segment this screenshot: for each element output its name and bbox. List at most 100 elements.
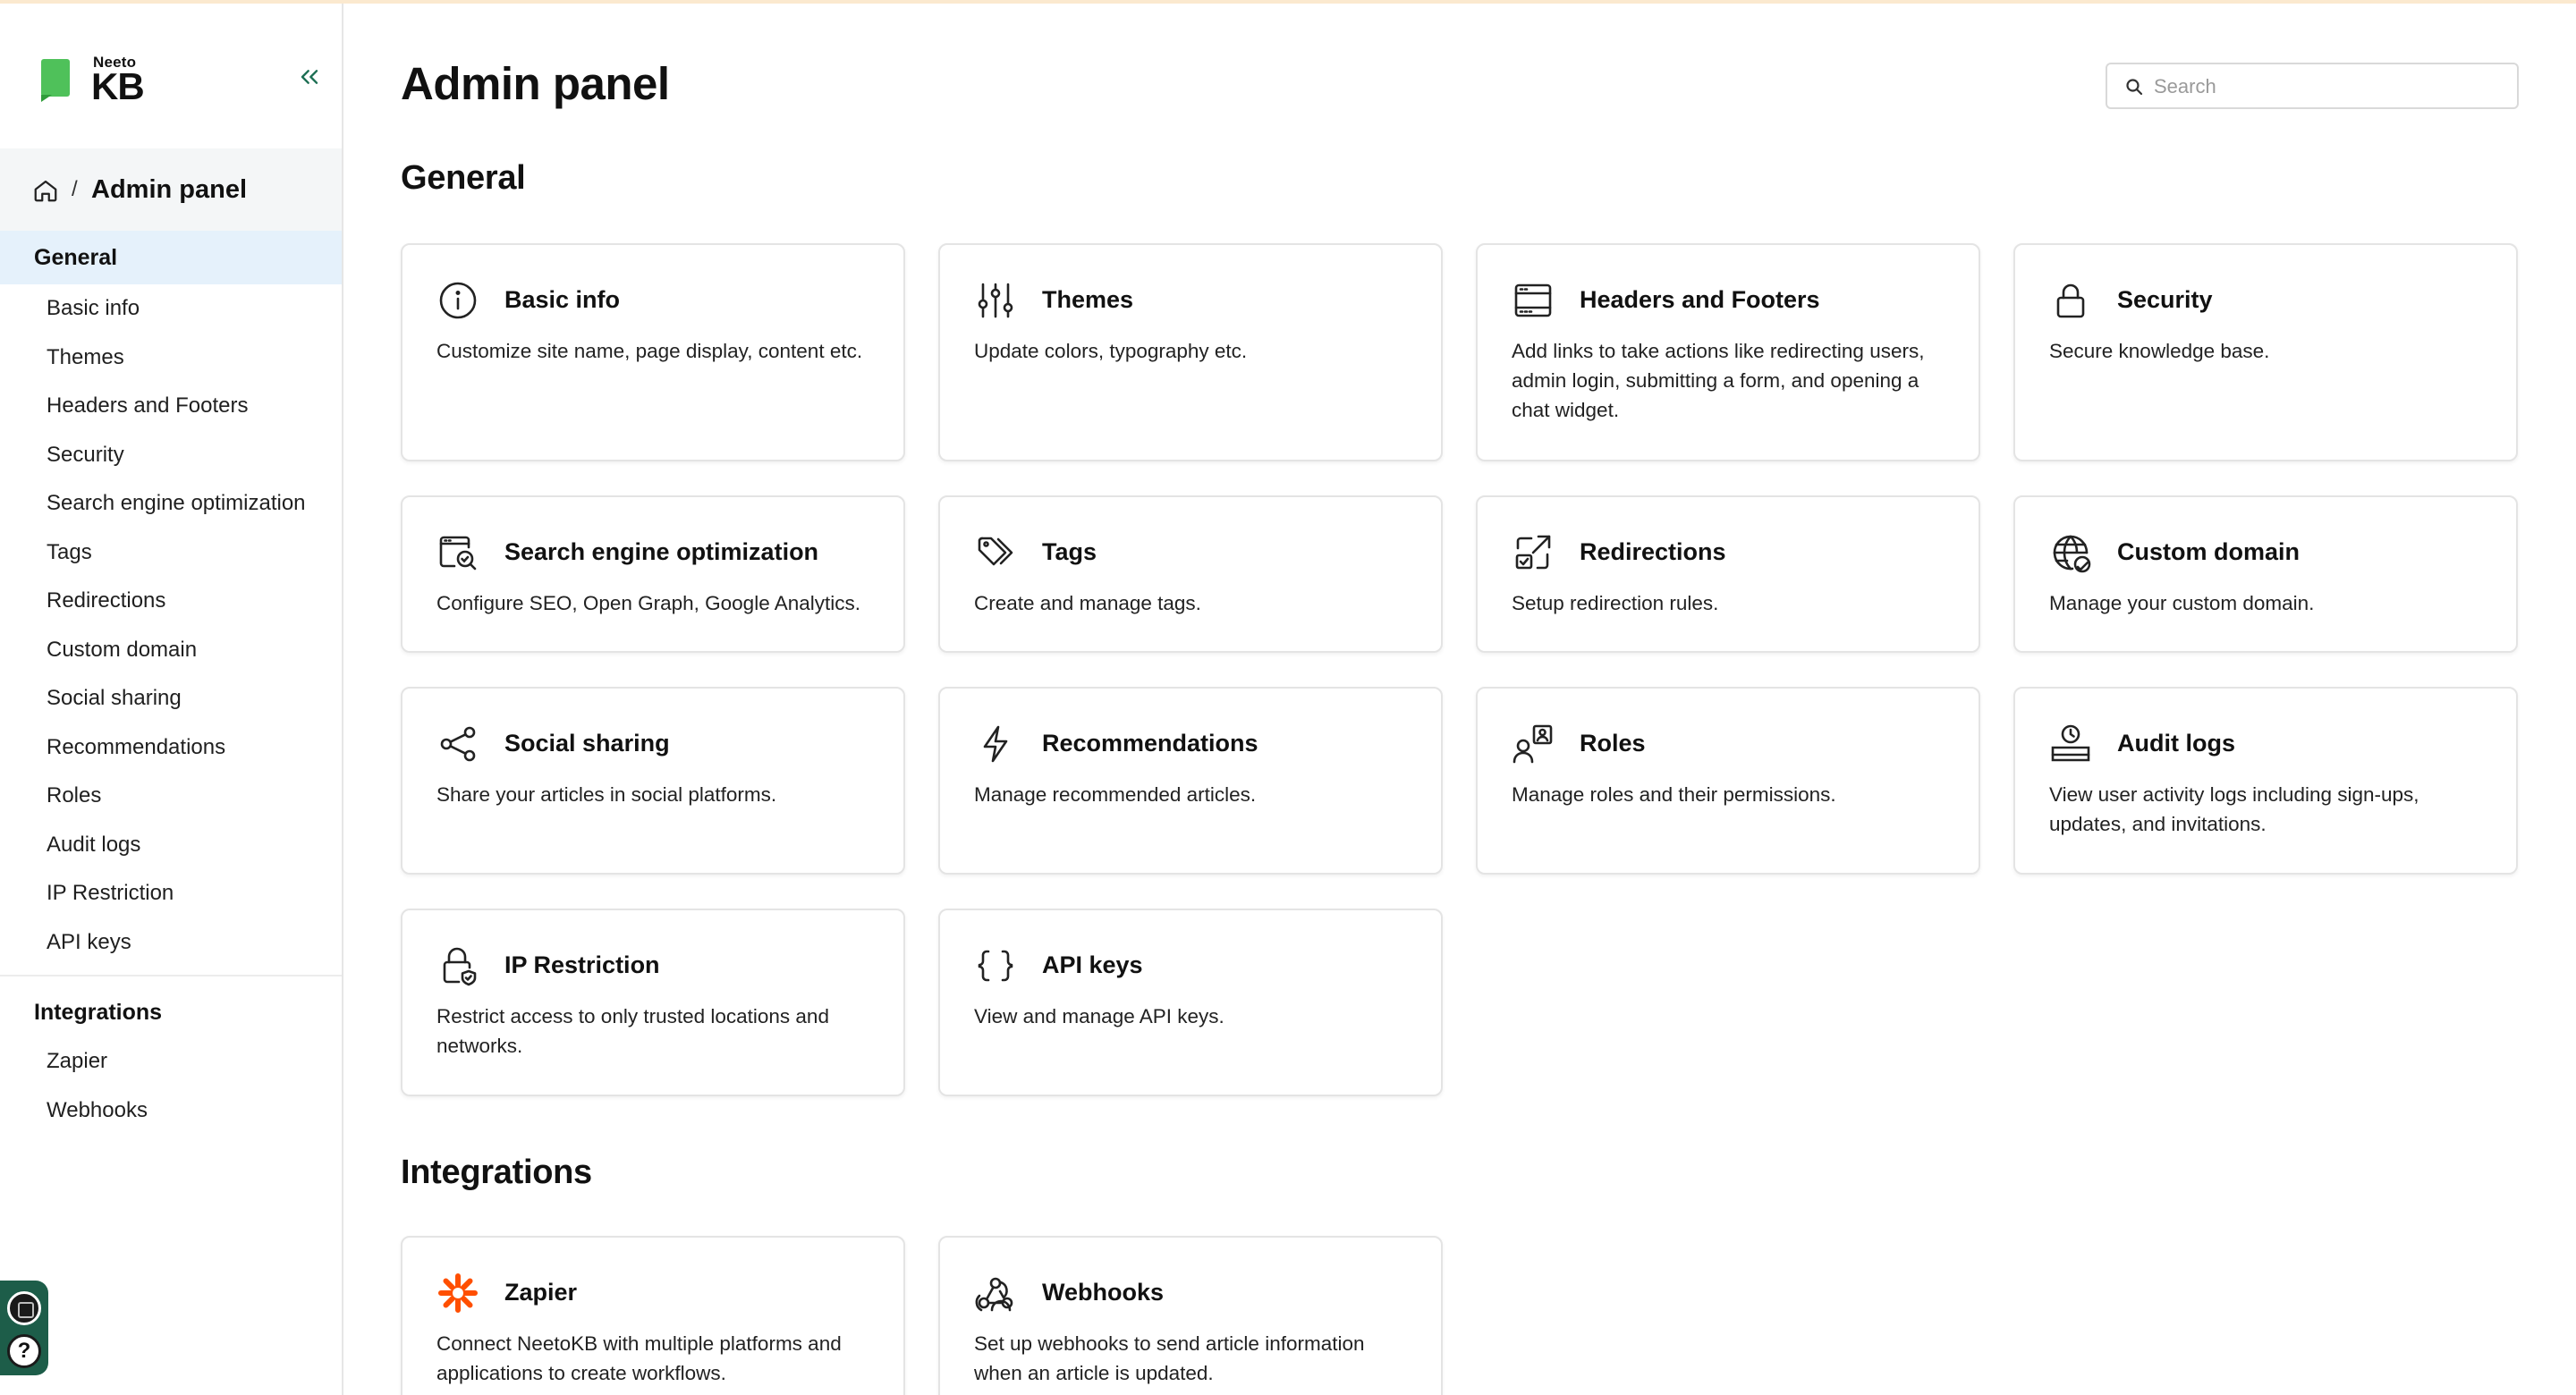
sidebar-item-audit-logs[interactable]: Audit logs — [47, 832, 140, 858]
card-title: Audit logs — [2117, 730, 2235, 757]
layout-icon — [1512, 279, 1555, 322]
card-title: Redirections — [1580, 538, 1726, 565]
info-icon — [436, 279, 479, 322]
card-description: Manage recommended articles. — [974, 783, 1257, 806]
card-description: Create and manage tags. — [974, 592, 1201, 614]
sidebar-item-headers-footers[interactable]: Headers and Footers — [47, 393, 248, 419]
sidebar-item-recommendations[interactable]: Recommendations — [47, 734, 225, 761]
card-title: Zapier — [504, 1279, 578, 1306]
breadcrumb-current: Admin panel — [91, 175, 248, 204]
breadcrumb-separator: / — [72, 177, 78, 201]
card-seo[interactable]: Search engine optimization Configure SEO… — [401, 495, 905, 653]
help-widget[interactable]: ? — [0, 1281, 48, 1375]
card-description: View user activity logs including sign-u… — [2049, 783, 2419, 835]
card-title: Custom domain — [2117, 538, 2301, 565]
card-description: Configure SEO, Open Graph, Google Analyt… — [436, 592, 861, 614]
lock-shield-icon — [436, 944, 479, 987]
card-themes[interactable]: Themes Update colors, typography etc. — [938, 243, 1443, 461]
card-title: Recommendations — [1042, 730, 1258, 757]
sidebar: Neeto KB / Admin panel General Basic inf… — [0, 4, 343, 1395]
sidebar-item-security[interactable]: Security — [47, 442, 124, 469]
section-title-general: General — [401, 159, 526, 197]
card-roles[interactable]: Roles Manage roles and their permissions… — [1476, 687, 1980, 875]
seo-icon — [436, 531, 479, 574]
neetokb-logo[interactable]: Neeto KB — [39, 50, 156, 109]
card-description: Restrict access to only trusted location… — [436, 1005, 829, 1057]
card-basic-info[interactable]: Basic info Customize site name, page dis… — [401, 243, 905, 461]
chat-avatar-icon[interactable] — [7, 1291, 41, 1325]
lock-icon — [2049, 279, 2092, 322]
webhook-icon — [974, 1272, 1017, 1315]
card-description: Add links to take actions like redirecti… — [1512, 340, 1925, 421]
card-title: Themes — [1042, 286, 1134, 313]
logo-big-text: KB — [91, 65, 145, 107]
card-title: Roles — [1580, 730, 1646, 757]
card-title: IP Restriction — [504, 951, 660, 978]
sidebar-item-zapier[interactable]: Zapier — [47, 1048, 107, 1075]
card-description: Update colors, typography etc. — [974, 340, 1248, 362]
breadcrumb: / Admin panel — [0, 148, 342, 231]
page-title: Admin panel — [401, 58, 670, 109]
sidebar-group-general[interactable]: General — [0, 231, 342, 284]
globe-icon — [2049, 531, 2092, 574]
sidebar-item-themes[interactable]: Themes — [47, 344, 124, 371]
card-title: Headers and Footers — [1580, 286, 1820, 313]
share-icon — [436, 723, 479, 765]
sidebar-divider — [0, 975, 342, 976]
card-title: Search engine optimization — [504, 538, 819, 565]
redirect-icon — [1512, 531, 1555, 574]
sidebar-item-roles[interactable]: Roles — [47, 782, 101, 809]
card-title: Security — [2117, 286, 2213, 313]
zapier-icon — [436, 1272, 479, 1315]
lightning-icon — [974, 723, 1017, 765]
card-tags[interactable]: Tags Create and manage tags. — [938, 495, 1443, 653]
card-description: Connect NeetoKB with multiple platforms … — [436, 1332, 842, 1384]
home-icon[interactable] — [32, 177, 59, 204]
search-box[interactable] — [2106, 63, 2519, 109]
sidebar-item-tags[interactable]: Tags — [47, 539, 92, 566]
logo-mark-icon — [41, 59, 70, 97]
card-title: Basic info — [504, 286, 621, 313]
card-title: API keys — [1042, 951, 1143, 978]
braces-icon — [974, 944, 1017, 987]
chevrons-left-icon — [301, 70, 318, 84]
card-security[interactable]: Security Secure knowledge base. — [2013, 243, 2518, 461]
search-icon — [2123, 76, 2145, 97]
card-description: View and manage API keys. — [974, 1005, 1224, 1027]
sidebar-item-social-sharing[interactable]: Social sharing — [47, 685, 182, 712]
card-description: Secure knowledge base. — [2049, 340, 2270, 362]
audit-icon — [2049, 723, 2092, 765]
sidebar-item-basic-info[interactable]: Basic info — [47, 295, 140, 322]
card-description: Manage your custom domain. — [2049, 592, 2315, 614]
sidebar-item-redirections[interactable]: Redirections — [47, 588, 165, 614]
card-recommendations[interactable]: Recommendations Manage recommended artic… — [938, 687, 1443, 875]
card-audit-logs[interactable]: Audit logs View user activity logs inclu… — [2013, 687, 2518, 875]
card-ip-restriction[interactable]: IP Restriction Restrict access to only t… — [401, 909, 905, 1096]
card-api-keys[interactable]: API keys View and manage API keys. — [938, 909, 1443, 1096]
card-zapier[interactable]: Zapier Connect NeetoKB with multiple pla… — [401, 1236, 905, 1395]
sidebar-item-ip-restriction[interactable]: IP Restriction — [47, 880, 174, 907]
card-title: Social sharing — [504, 730, 670, 757]
tag-icon — [974, 531, 1017, 574]
sidebar-item-seo[interactable]: Search engine optimization — [47, 490, 306, 517]
sidebar-item-api-keys[interactable]: API keys — [47, 929, 131, 956]
card-webhooks[interactable]: Webhooks Set up webhooks to send article… — [938, 1236, 1443, 1395]
collapse-sidebar-button[interactable] — [295, 63, 324, 91]
section-title-integrations: Integrations — [401, 1154, 592, 1191]
card-description: Customize site name, page display, conte… — [436, 340, 863, 362]
sidebar-item-webhooks[interactable]: Webhooks — [47, 1097, 148, 1124]
search-input[interactable] — [2154, 72, 2503, 102]
card-headers-footers[interactable]: Headers and Footers Add links to take ac… — [1476, 243, 1980, 461]
sidebar-group-integrations[interactable]: Integrations — [0, 985, 342, 1039]
roles-icon — [1512, 723, 1555, 765]
card-description: Set up webhooks to send article informat… — [974, 1332, 1365, 1384]
card-social-sharing[interactable]: Social sharing Share your articles in so… — [401, 687, 905, 875]
sidebar-item-custom-domain[interactable]: Custom domain — [47, 637, 197, 664]
card-redirections[interactable]: Redirections Setup redirection rules. — [1476, 495, 1980, 653]
card-custom-domain[interactable]: Custom domain Manage your custom domain. — [2013, 495, 2518, 653]
card-description: Share your articles in social platforms. — [436, 783, 777, 806]
card-title: Webhooks — [1042, 1279, 1165, 1306]
top-accent-line — [0, 0, 2576, 4]
card-description: Manage roles and their permissions. — [1512, 783, 1836, 806]
help-icon[interactable]: ? — [7, 1334, 41, 1368]
